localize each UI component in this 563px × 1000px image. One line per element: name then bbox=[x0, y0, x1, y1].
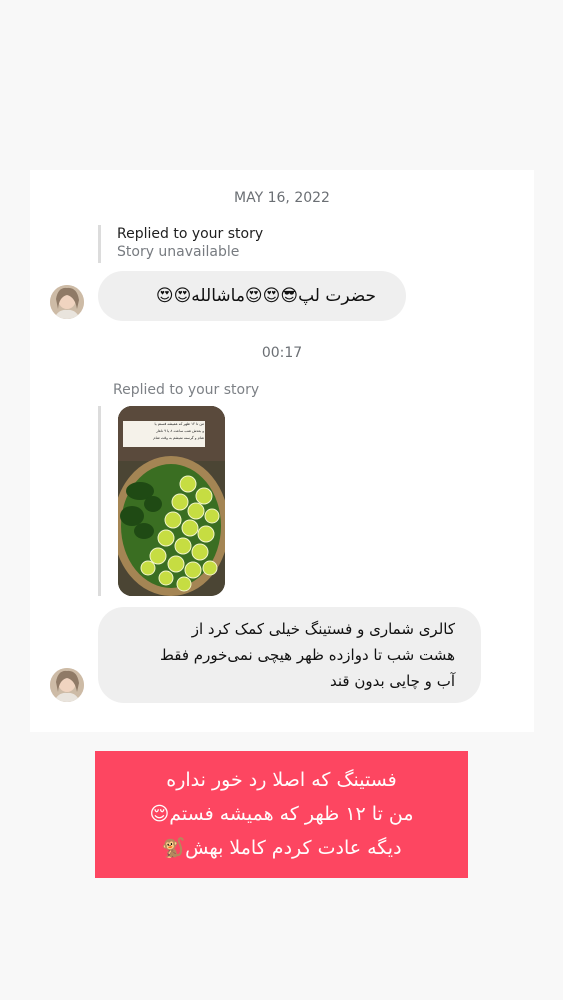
caption-line: فستینگ که اصلا رد خور نداره bbox=[166, 769, 397, 791]
message-bubble-1[interactable]: حضرت لپ😎😍😍ماشالله😍😍 bbox=[98, 271, 406, 321]
caption-line: دیگه عادت کردم کاملا بهش🐒 bbox=[161, 837, 402, 859]
avatar[interactable] bbox=[50, 668, 84, 702]
story-caption-line: من تا ۱۲ ظهر که همیشه فستم یا bbox=[154, 422, 204, 426]
message-line: هشت شب تا دوازده ظهر هیچی نمی‌خورم فقط bbox=[160, 646, 455, 664]
story-caption-line: شام و گرسنه نمیشم به وقت شام bbox=[153, 436, 204, 440]
time-header: 00:17 bbox=[261, 345, 303, 361]
story-thumbnail[interactable]: من تا ۱۲ ظهر که همیشه فستم یا و بعدش شب … bbox=[118, 406, 225, 596]
caption-banner: فستینگ که اصلا رد خور نداره من تا ۱۲ ظهر… bbox=[95, 751, 468, 878]
avatar-image bbox=[50, 668, 84, 702]
reply-title: Replied to your story bbox=[117, 226, 264, 242]
reply-indicator-2 bbox=[98, 406, 101, 596]
avatar-image bbox=[50, 285, 84, 319]
caption-line: من تا ۱۲ ظهر که همیشه فستم😌 bbox=[149, 803, 414, 825]
chat-card: MAY 16, 2022 Replied to your story Story… bbox=[30, 170, 534, 732]
story-caption: من تا ۱۲ ظهر که همیشه فستم یا و بعدش شب … bbox=[124, 421, 204, 442]
avatar[interactable] bbox=[50, 285, 84, 319]
reply-heading-2: Replied to your story bbox=[113, 382, 260, 398]
date-header: MAY 16, 2022 bbox=[234, 190, 330, 206]
story-caption-line: و بعدش شب ساعت ۸ یا ۹ ناهار bbox=[156, 429, 204, 433]
message-bubble-2[interactable]: کالری شماری و فستینگ خیلی کمک کرد از هشت… bbox=[98, 607, 481, 703]
message-text: حضرت لپ😎😍😍ماشالله😍😍 bbox=[155, 286, 376, 306]
message-line: کالری شماری و فستینگ خیلی کمک کرد از bbox=[191, 620, 455, 638]
reply-indicator-1: Replied to your story Story unavailable bbox=[98, 225, 263, 263]
message-line: آب و چایی بدون قند bbox=[329, 672, 455, 690]
reply-subtitle: Story unavailable bbox=[117, 244, 240, 260]
